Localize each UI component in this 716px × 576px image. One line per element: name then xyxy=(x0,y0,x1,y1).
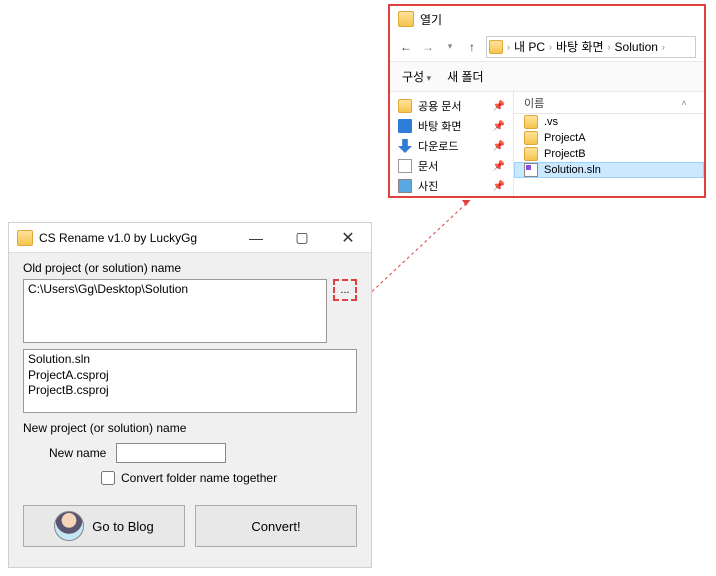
sort-indicator-icon: ˄ xyxy=(674,98,694,108)
file-row[interactable]: ProjectA xyxy=(514,130,704,146)
sln-icon xyxy=(524,163,538,177)
desktop-icon xyxy=(398,119,412,133)
pin-icon: 📌 xyxy=(493,181,505,192)
dialog-title: 열기 xyxy=(420,11,442,28)
file-list-item: ProjectB.csproj xyxy=(28,383,352,399)
pin-icon: 📌 xyxy=(493,121,505,132)
forward-button[interactable]: → xyxy=(420,40,436,54)
browse-button[interactable]: ... xyxy=(333,279,357,301)
breadcrumb-item[interactable]: 내 PC xyxy=(514,38,545,55)
address-folder-icon xyxy=(489,40,503,54)
file-list-item: Solution.sln xyxy=(28,352,352,368)
path-textbox[interactable]: C:\Users\Gg\Desktop\Solution xyxy=(23,279,327,343)
sidebar-item[interactable]: 다운로드📌 xyxy=(390,136,513,156)
folder-icon xyxy=(524,131,538,145)
window-controls: — ▢ ✕ xyxy=(233,223,371,253)
convert-folder-label: Convert folder name together xyxy=(121,471,277,485)
new-folder-button[interactable]: 새 폴더 xyxy=(447,68,483,85)
convert-folder-checkbox[interactable] xyxy=(101,471,115,485)
sidebar-item[interactable]: 사진📌 xyxy=(390,176,513,196)
pin-icon: 📌 xyxy=(493,101,505,112)
folder-icon xyxy=(524,147,538,161)
file-row[interactable]: .vs xyxy=(514,114,704,130)
main-window: CS Rename v1.0 by LuckyGg — ▢ ✕ Old proj… xyxy=(8,222,372,568)
sidebar-item[interactable]: 공용 문서📌 xyxy=(390,96,513,116)
up-button[interactable]: ↑ xyxy=(464,40,480,54)
close-button[interactable]: ✕ xyxy=(325,223,371,253)
breadcrumb-sep: › xyxy=(660,42,667,52)
dialog-navbar: ← → ▾ ↑ › 내 PC › 바탕 화면 › Solution › xyxy=(390,32,704,62)
file-name: ProjectA xyxy=(544,132,586,144)
file-row[interactable]: Solution.sln xyxy=(514,162,704,178)
app-title: CS Rename v1.0 by LuckyGg xyxy=(39,231,233,245)
new-section-label: New project (or solution) name xyxy=(9,413,371,439)
address-bar[interactable]: › 내 PC › 바탕 화면 › Solution › xyxy=(486,36,696,58)
file-list-item: ProjectA.csproj xyxy=(28,368,352,384)
file-list-textbox[interactable]: Solution.sln ProjectA.csproj ProjectB.cs… xyxy=(23,349,357,413)
download-icon xyxy=(398,139,412,153)
dialog-body: 공용 문서📌 바탕 화면📌 다운로드📌 문서📌 사진📌 이름 ˄ .vs Proj… xyxy=(390,92,704,196)
organize-menu[interactable]: 구성 xyxy=(402,68,431,85)
breadcrumb-item[interactable]: 바탕 화면 xyxy=(556,38,604,55)
new-name-input[interactable] xyxy=(116,443,226,463)
old-section-label: Old project (or solution) name xyxy=(9,253,371,279)
minimize-button[interactable]: — xyxy=(233,223,279,253)
breadcrumb-sep: › xyxy=(505,42,512,52)
maximize-button[interactable]: ▢ xyxy=(279,223,325,253)
go-to-blog-button[interactable]: Go to Blog xyxy=(23,505,185,547)
dialog-toolbar: 구성 새 폴더 xyxy=(390,62,704,92)
breadcrumb-item[interactable]: Solution xyxy=(615,40,658,54)
file-open-dialog: 열기 ← → ▾ ↑ › 내 PC › 바탕 화면 › Solution › 구… xyxy=(388,4,706,198)
pin-icon: 📌 xyxy=(493,161,505,172)
app-icon xyxy=(17,230,33,246)
column-header-row: 이름 ˄ xyxy=(514,92,704,114)
sidebar-item[interactable]: 바탕 화면📌 xyxy=(390,116,513,136)
file-name: Solution.sln xyxy=(544,164,601,176)
file-row[interactable]: ProjectB xyxy=(514,146,704,162)
file-name: .vs xyxy=(544,116,558,128)
document-icon xyxy=(398,159,412,173)
back-button[interactable]: ← xyxy=(398,40,414,54)
picture-icon xyxy=(398,179,412,193)
share-icon xyxy=(398,99,412,113)
dialog-titlebar: 열기 xyxy=(390,6,704,32)
avatar-icon xyxy=(54,511,84,541)
folder-icon xyxy=(524,115,538,129)
titlebar: CS Rename v1.0 by LuckyGg — ▢ ✕ xyxy=(9,223,371,253)
breadcrumb-sep: › xyxy=(606,42,613,52)
sidebar-item[interactable]: 문서📌 xyxy=(390,156,513,176)
pin-icon: 📌 xyxy=(493,141,505,152)
column-name[interactable]: 이름 xyxy=(524,95,674,111)
new-name-label: New name xyxy=(49,446,106,460)
file-name: ProjectB xyxy=(544,148,586,160)
dialog-icon xyxy=(398,11,414,27)
breadcrumb-sep: › xyxy=(547,42,554,52)
dialog-file-list: 이름 ˄ .vs ProjectA ProjectB Solution.sln xyxy=(514,92,704,196)
convert-button[interactable]: Convert! xyxy=(195,505,357,547)
history-dropdown[interactable]: ▾ xyxy=(442,41,458,52)
dialog-sidebar: 공용 문서📌 바탕 화면📌 다운로드📌 문서📌 사진📌 xyxy=(390,92,514,196)
